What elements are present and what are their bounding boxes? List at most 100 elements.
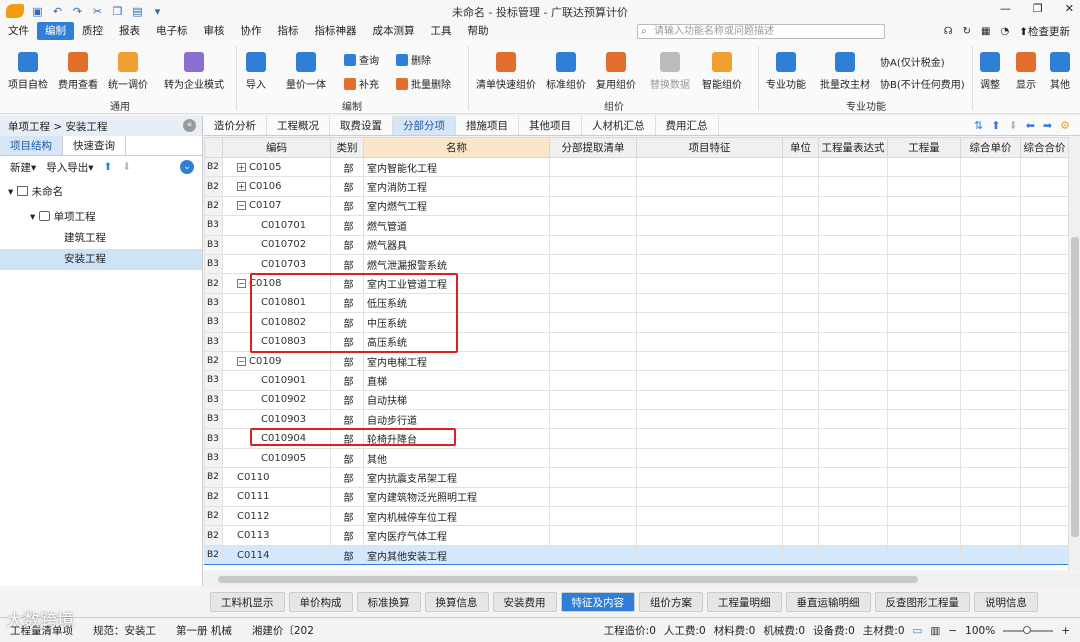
row-level[interactable]: B3 [204,292,223,314]
cell-category[interactable]: 部 [330,370,364,391]
cell-empty[interactable] [818,253,888,275]
cell-code[interactable]: C010903 [222,409,331,430]
cell-code[interactable]: C010905 [222,447,331,469]
cell-empty[interactable] [549,486,637,508]
cell-empty[interactable] [887,273,961,294]
cell-empty[interactable] [636,506,783,527]
cell-name[interactable]: 室内智能化工程 [363,156,550,178]
row-level[interactable]: B2 [204,176,223,197]
cell-empty[interactable] [549,389,637,411]
cell-empty[interactable] [549,506,637,527]
adjust-button[interactable]: 调整 [980,52,1000,91]
cell-empty[interactable] [1020,544,1068,566]
cell-name[interactable]: 室内消防工程 [363,176,550,197]
cell-empty[interactable] [782,350,819,372]
cell-empty[interactable] [960,370,1021,391]
cell-empty[interactable] [782,544,819,566]
cell-empty[interactable] [636,156,783,178]
cell-empty[interactable] [636,176,783,197]
cell-empty[interactable] [636,428,783,449]
col-category[interactable]: 类别 [330,137,364,158]
table-row[interactable]: B3 C010701 部燃气管道 [204,215,1068,236]
cell-empty[interactable] [782,331,819,352]
tab-project-structure[interactable]: 项目结构 [0,136,63,155]
cell-empty[interactable] [818,156,888,178]
cell-empty[interactable] [887,486,961,508]
cell-empty[interactable] [960,506,1021,527]
cell-empty[interactable] [636,409,783,430]
menu-ebid[interactable]: 电子标 [148,22,196,40]
cell-empty[interactable] [549,234,637,255]
cell-empty[interactable] [887,253,961,275]
cell-empty[interactable] [549,467,637,488]
row-level[interactable]: B3 [204,215,223,236]
cell-empty[interactable] [818,215,888,236]
row-level[interactable]: B3 [204,428,223,449]
row-level[interactable]: B3 [204,409,223,430]
cell-empty[interactable] [782,234,819,255]
layout-icon[interactable]: ▭ [913,625,923,637]
row-level[interactable]: B3 [204,312,223,333]
menu-index[interactable]: 指标 [270,22,307,40]
cell-category[interactable]: 部 [330,253,364,275]
cell-name[interactable]: 室内医疗气体工程 [363,525,550,546]
check-update-button[interactable]: ⬆检查更新 [1019,24,1070,39]
table-row[interactable]: B3 C010703 部燃气泄漏报警系统 [204,253,1068,275]
cell-empty[interactable] [636,370,783,391]
cell-empty[interactable] [782,215,819,236]
tree-root[interactable]: ▾ 未命名 [0,182,202,203]
cell-empty[interactable] [636,544,783,566]
cell-category[interactable]: 部 [330,234,364,255]
col-qty[interactable]: 工程量 [887,137,961,158]
cell-empty[interactable] [636,292,783,314]
cell-empty[interactable] [636,389,783,411]
menu-index-tool[interactable]: 指标神器 [307,22,365,40]
tab-price-plan[interactable]: 组价方案 [639,592,703,612]
cell-empty[interactable] [960,544,1021,566]
zoom-slider[interactable] [1003,625,1054,634]
collapse-icon[interactable]: − [237,279,246,289]
cell-empty[interactable] [782,273,819,294]
cell-name[interactable]: 室内机械停车位工程 [363,506,550,527]
cell-code[interactable]: C0112 [222,506,331,527]
col-features[interactable]: 项目特征 [636,137,783,158]
reuse-price-button[interactable]: 复用组价 [596,52,636,91]
cell-category[interactable]: 部 [330,156,364,178]
cell-empty[interactable] [1020,215,1068,236]
close-icon[interactable]: ✕ [1065,2,1074,15]
special-function-button[interactable]: 专业功能 [766,52,806,91]
table-row[interactable]: B2 + C0106 部室内消防工程 [204,176,1068,197]
cell-empty[interactable] [960,428,1021,449]
cell-empty[interactable] [1020,253,1068,275]
cell-empty[interactable] [782,447,819,469]
cell-empty[interactable] [960,292,1021,314]
cell-empty[interactable] [782,253,819,275]
cell-empty[interactable] [549,253,637,275]
cell-category[interactable]: 部 [330,486,364,508]
tab-labor-display[interactable]: 工料机显示 [210,592,285,612]
qty-price-button[interactable]: 量价一体 [286,52,326,91]
tab-sub-items[interactable]: 分部分项 [393,116,456,135]
supplement-button[interactable]: 补充 [344,76,379,91]
arrow-up-icon[interactable]: ⬆ [991,119,1000,132]
cell-empty[interactable] [818,544,888,566]
cell-empty[interactable] [887,312,961,333]
cell-empty[interactable] [1020,331,1068,352]
cell-empty[interactable] [549,544,637,566]
cell-empty[interactable] [1020,409,1068,430]
row-level[interactable]: B2 [204,273,223,294]
menu-quality[interactable]: 质控 [74,22,111,40]
cell-category[interactable]: 部 [330,176,364,197]
cell-empty[interactable] [1020,292,1068,314]
table-row[interactable]: B2− C0109 部室内电梯工程 [204,350,1068,372]
fee-view-button[interactable]: 费用查看 [58,52,98,91]
cell-empty[interactable] [887,292,961,314]
cell-category[interactable]: 部 [330,215,364,236]
table-row[interactable]: B2 C0114 部室内其他安装工程 [204,544,1068,566]
cell-empty[interactable] [887,389,961,411]
cell-empty[interactable] [636,350,783,372]
cell-empty[interactable] [636,525,783,546]
tab-reverse-qty[interactable]: 反查图形工程量 [874,592,970,612]
arrow-right-icon[interactable]: ➡ [1043,119,1052,132]
cell-empty[interactable] [549,156,637,178]
